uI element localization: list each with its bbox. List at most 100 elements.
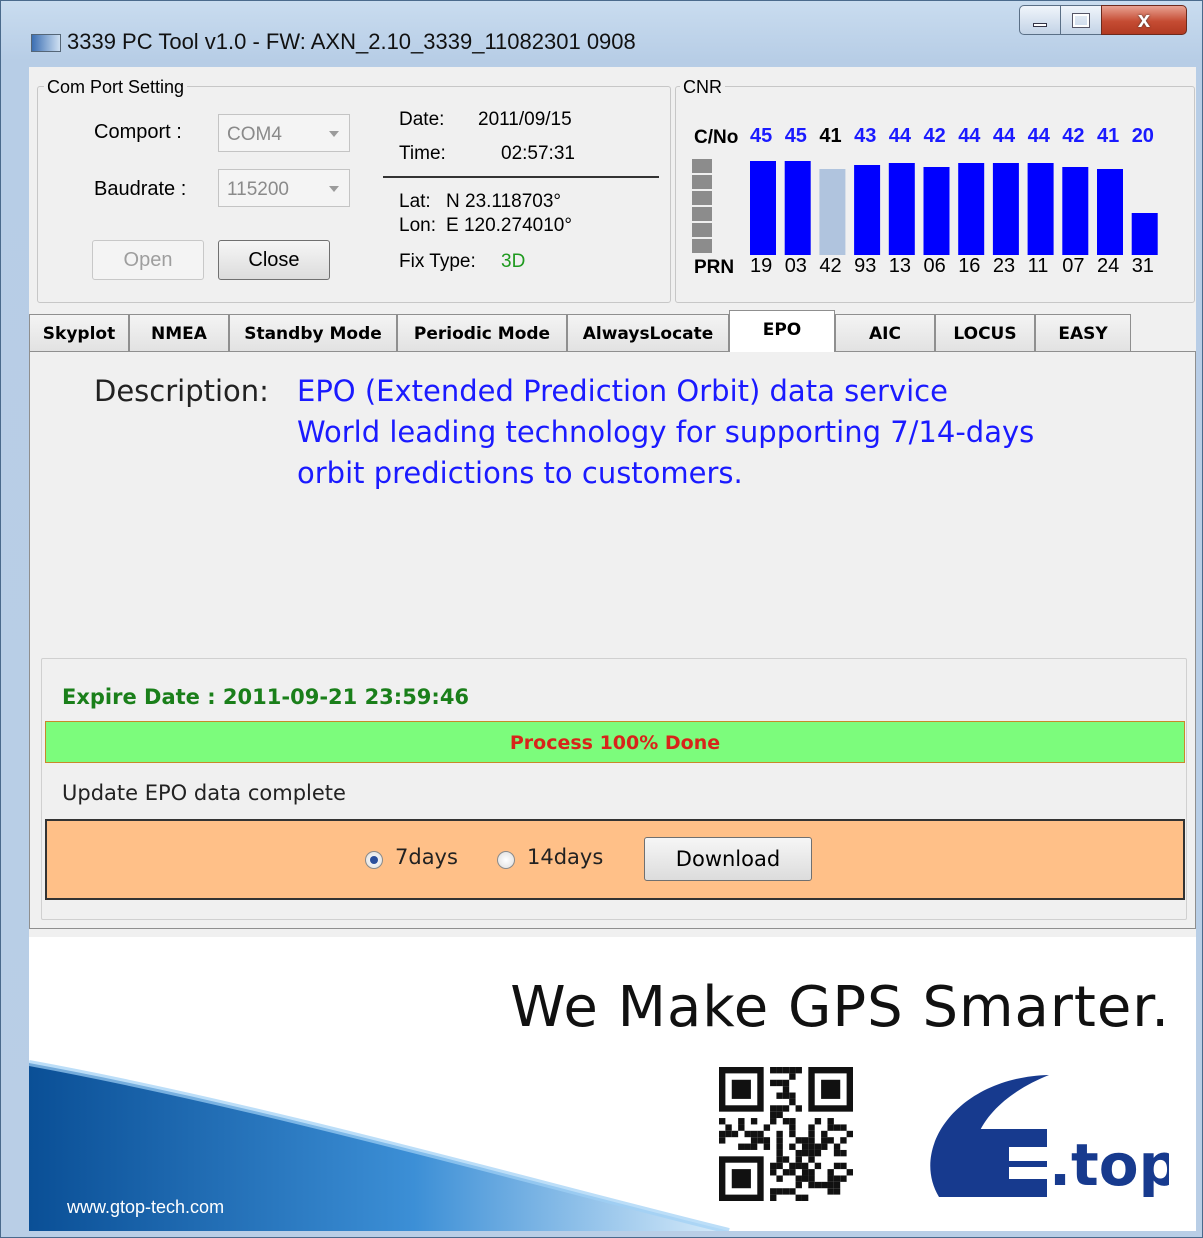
lat-value: N 23.118703° <box>446 191 562 212</box>
cno-value: 42 <box>923 125 946 147</box>
fix-type-value: 3D <box>501 251 526 272</box>
slogan: We Make GPS Smarter. <box>510 975 1170 1040</box>
tab-skyplot[interactable]: Skyplot <box>29 314 129 351</box>
prn-value: 03 <box>784 255 807 277</box>
cnr-group-title: CNR <box>680 77 725 98</box>
gtop-banner: We Make GPS Smarter. .top www.gtop-tech.… <box>29 937 1196 1231</box>
close-window-button[interactable]: x <box>1101 5 1187 35</box>
chevron-down-icon <box>329 131 339 137</box>
comport-label: Comport : <box>94 121 182 143</box>
cnr-bar <box>1062 167 1089 255</box>
prn-label: PRN <box>694 257 735 278</box>
cno-value: 44 <box>888 125 912 147</box>
cnr-bar <box>854 165 881 255</box>
cno-value: 45 <box>784 125 807 147</box>
close-port-button[interactable]: Close <box>218 240 330 280</box>
progress-bar: Process 100% Done <box>45 721 1185 763</box>
time-label: Time: <box>399 143 446 164</box>
tab-alwayslocate[interactable]: AlwaysLocate <box>567 314 729 351</box>
cno-value: 41 <box>1097 125 1120 147</box>
tab-periodic-mode[interactable]: Periodic Mode <box>397 314 567 351</box>
cnr-bar <box>1097 169 1123 255</box>
cnr-bar <box>750 161 776 255</box>
cno-value: 44 <box>992 125 1016 147</box>
cno-value: 44 <box>958 125 981 147</box>
radio-14days-label[interactable]: 14days <box>527 845 603 869</box>
download-options-box: 7days 14days Download <box>45 819 1185 900</box>
prn-value: 93 <box>854 255 877 277</box>
comport-select[interactable]: COM4 <box>218 114 350 152</box>
description-label: Description: <box>94 374 269 408</box>
cnr-bar <box>923 167 950 255</box>
maximize-button[interactable] <box>1060 5 1102 35</box>
prn-value: 06 <box>923 255 946 277</box>
window-title: 3339 PC Tool v1.0 - FW: AXN_2.10_3339_11… <box>67 29 636 54</box>
website-url[interactable]: www.gtop-tech.com <box>67 1197 224 1218</box>
epo-tab-page: Description: EPO (Extended Prediction Or… <box>29 351 1196 929</box>
gtop-logo-text: .top <box>1049 1131 1169 1199</box>
close-icon: x <box>1137 7 1151 32</box>
cnr-scale-block <box>692 207 712 221</box>
cnr-scale-block <box>692 191 712 205</box>
cno-value: 44 <box>1027 125 1050 147</box>
cno-value: 41 <box>819 125 842 147</box>
tab-strip: Skyplot NMEA Standby Mode Periodic Mode Alwa… <box>29 310 1196 352</box>
qr-code-icon <box>719 1067 853 1201</box>
divider <box>383 176 659 178</box>
cnr-bar-chart <box>692 159 1158 255</box>
baudrate-value: 115200 <box>227 179 289 200</box>
cnr-scale-block <box>692 223 712 237</box>
tab-locus[interactable]: LOCUS <box>935 314 1035 351</box>
cnr-bar <box>784 161 811 255</box>
tab-aic[interactable]: AIC <box>835 314 935 351</box>
progress-text: Process 100% Done <box>509 732 721 754</box>
cnr-bar <box>992 163 1019 255</box>
cnr-bar <box>819 169 846 255</box>
description-line: World leading technology for supporting … <box>297 415 1035 449</box>
cnr-bar <box>888 163 915 255</box>
cno-value: 43 <box>854 125 877 147</box>
com-port-setting-group: Com Port Setting Comport : COM4 Baudrate… <box>37 77 671 303</box>
cnr-bar <box>1027 163 1054 255</box>
minimize-button[interactable] <box>1019 5 1061 35</box>
maximize-icon <box>1072 12 1090 28</box>
cno-value: 45 <box>750 125 773 147</box>
expire-date: Expire Date : 2011-09-21 23:59:46 <box>62 685 470 709</box>
baudrate-select[interactable]: 115200 <box>218 169 350 207</box>
com-port-group-title: Com Port Setting <box>44 77 188 98</box>
application-window: 3339 PC Tool v1.0 - FW: AXN_2.10_3339_11… <box>0 0 1203 1238</box>
date-value: 2011/09/15 <box>478 109 572 130</box>
prn-value: 13 <box>888 255 912 277</box>
app-icon <box>31 34 61 52</box>
date-label: Date: <box>399 109 445 130</box>
tab-standby-mode[interactable]: Standby Mode <box>229 314 397 351</box>
download-button[interactable]: Download <box>644 837 812 881</box>
prn-value: 42 <box>819 255 842 277</box>
cnr-scale-block <box>692 159 712 173</box>
open-button[interactable]: Open <box>92 240 204 280</box>
prn-value: 11 <box>1027 255 1049 277</box>
epo-update-panel: Expire Date : 2011-09-21 23:59:46 Proces… <box>41 658 1187 920</box>
description-line: orbit predictions to customers. <box>297 456 743 490</box>
chevron-down-icon <box>329 186 339 192</box>
tab-nmea[interactable]: NMEA <box>129 314 229 351</box>
description-line: EPO (Extended Prediction Orbit) data ser… <box>297 374 948 408</box>
fix-type-label: Fix Type: <box>399 251 476 272</box>
cno-label: C/No <box>694 127 739 148</box>
cnr-bar <box>1131 213 1158 255</box>
radio-7days-label[interactable]: 7days <box>395 845 458 869</box>
cno-value: 42 <box>1062 125 1085 147</box>
radio-14days[interactable] <box>497 851 515 869</box>
status-text: Update EPO data complete <box>62 781 346 805</box>
cno-value: 20 <box>1131 125 1154 147</box>
tab-easy[interactable]: EASY <box>1035 314 1131 351</box>
prn-value: 19 <box>750 255 773 277</box>
title-bar[interactable]: 3339 PC Tool v1.0 - FW: AXN_2.10_3339_11… <box>1 1 1203 67</box>
lon-label: Lon: <box>399 215 436 236</box>
cnr-scale-block <box>692 175 712 189</box>
tab-epo[interactable]: EPO <box>729 310 835 352</box>
gtop-logo: .top <box>930 1075 1169 1199</box>
radio-7days[interactable] <box>365 851 383 869</box>
prn-value: 16 <box>958 255 981 277</box>
lat-label: Lat: <box>399 191 431 212</box>
